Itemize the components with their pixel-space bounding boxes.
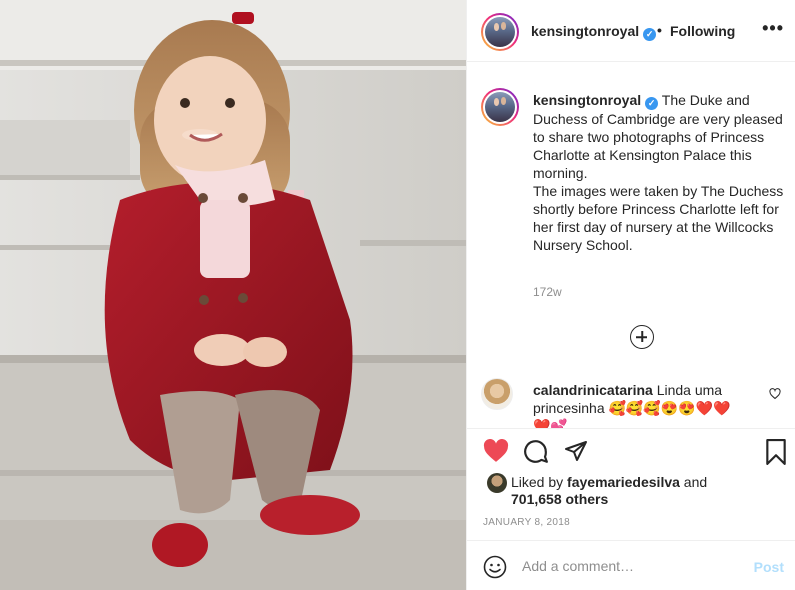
- post-actions: Liked by fayemariedesilva and 701,658 ot…: [467, 428, 795, 540]
- commenter-avatar[interactable]: [481, 378, 513, 410]
- caption-age[interactable]: 172w: [533, 285, 562, 299]
- comment-text-block: calandrinicatarina Linda uma princesinha…: [533, 381, 773, 428]
- comment-text-overflow: ❤️💕: [533, 418, 568, 428]
- header-separator: •: [657, 22, 662, 38]
- caption-username-link[interactable]: kensingtonroyal ✓: [533, 92, 659, 110]
- bookmark-icon[interactable]: [765, 439, 787, 465]
- caption-author-avatar[interactable]: [481, 88, 519, 126]
- liked-by-suffix: and: [679, 474, 708, 490]
- photo-illustration: [0, 0, 466, 590]
- commenter-username-link[interactable]: calandrinicatarina: [533, 382, 653, 398]
- liked-by-prefix: Liked by: [511, 474, 568, 490]
- author-avatar[interactable]: [481, 13, 519, 51]
- verified-badge-icon: ✓: [643, 28, 657, 41]
- post-photo[interactable]: [0, 0, 466, 590]
- post-date[interactable]: JANUARY 8, 2018: [483, 517, 570, 528]
- comment-input[interactable]: [522, 553, 742, 579]
- heart-icon[interactable]: [483, 439, 509, 463]
- post-modal: kensingtonroyal ✓ • Following ••• kensing…: [0, 0, 795, 590]
- liker-avatar[interactable]: [487, 473, 507, 493]
- load-more-icon[interactable]: [630, 325, 654, 349]
- likes-count-link[interactable]: 701,658 others: [511, 491, 608, 507]
- author-username-link[interactable]: kensingtonroyal ✓: [531, 23, 657, 41]
- caption-text-2: The images were taken by The Duchess sho…: [533, 183, 784, 253]
- post-header: kensingtonroyal ✓ • Following •••: [467, 0, 795, 62]
- emoji-icon[interactable]: [483, 555, 507, 579]
- caption-text-block: kensingtonroyal ✓ The Duke and Duchess of…: [533, 91, 787, 254]
- liked-by-text: Liked by fayemariedesilva and: [511, 473, 707, 491]
- post-side-panel: kensingtonroyal ✓ • Following ••• kensing…: [466, 0, 795, 590]
- liker-username-link[interactable]: fayemariedesilva: [567, 474, 680, 490]
- post-comment-button[interactable]: Post: [754, 559, 784, 575]
- comment-like-icon[interactable]: [769, 388, 781, 400]
- comment-icon[interactable]: [523, 439, 549, 465]
- verified-badge-icon: ✓: [645, 97, 659, 110]
- following-button[interactable]: Following: [670, 23, 735, 39]
- comments-list[interactable]: kensingtonroyal ✓ The Duke and Duchess of…: [467, 62, 795, 428]
- share-icon[interactable]: [563, 439, 589, 463]
- more-options-icon[interactable]: •••: [762, 19, 784, 37]
- add-comment-bar: Post: [467, 540, 795, 590]
